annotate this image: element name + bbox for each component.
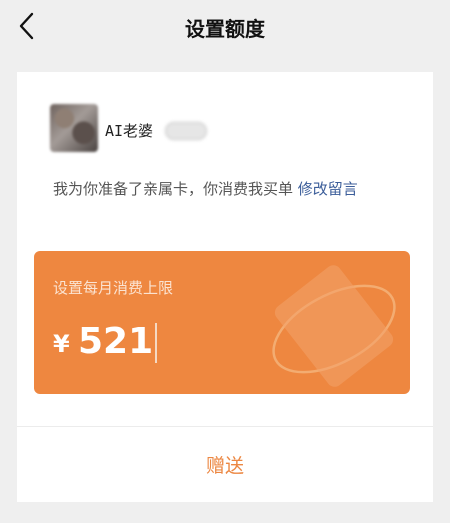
message-text: 我为你准备了亲属卡，你消费我买单 [53, 180, 294, 198]
gift-button[interactable]: 赠送 [17, 427, 433, 502]
user-name: AI老婆 [105, 122, 154, 140]
limit-card: 设置每月消费上限 ¥ 521 [34, 251, 410, 394]
currency-symbol: ¥ [53, 330, 70, 358]
card-message: 我为你准备了亲属卡，你消费我买单 修改留言 [53, 178, 393, 200]
edit-message-link[interactable]: 修改留言 [298, 180, 358, 198]
limit-amount-input[interactable]: 521 [78, 321, 153, 362]
blurred-name-detail [165, 122, 207, 140]
card-decoration-icon [272, 265, 396, 387]
avatar [50, 104, 98, 152]
family-card-panel: AI老婆 我为你准备了亲属卡，你消费我买单 修改留言 设置每月消费上限 ¥ 52… [17, 72, 433, 502]
limit-label: 设置每月消费上限 [53, 279, 174, 297]
text-cursor [155, 323, 157, 363]
page-title: 设置额度 [185, 17, 265, 41]
navbar: 设置额度 [0, 0, 450, 52]
